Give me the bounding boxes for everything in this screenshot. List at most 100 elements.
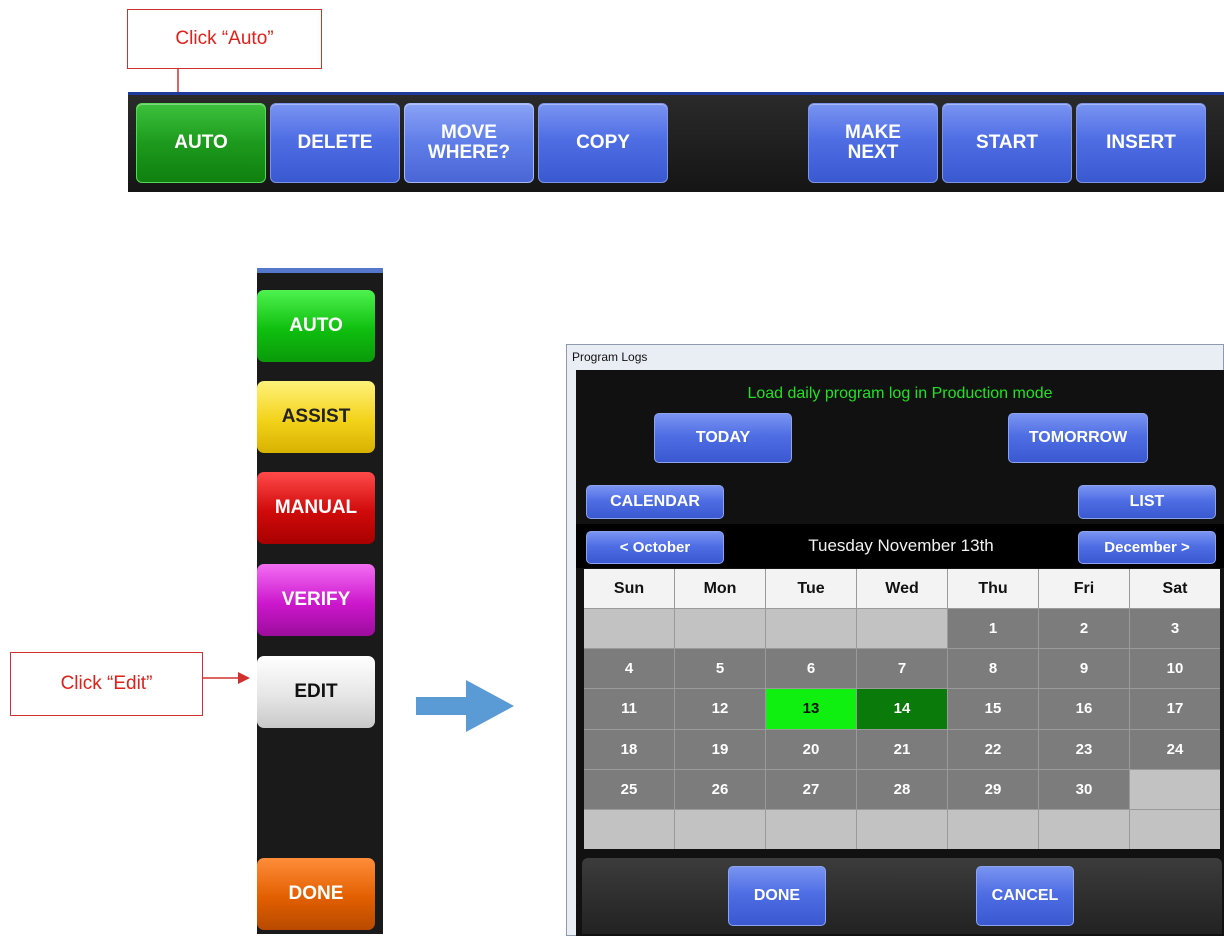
calendar-day[interactable]: 16 xyxy=(1039,689,1129,729)
insert-button-label: INSERT xyxy=(1106,132,1176,154)
calendar-day-tomorrow[interactable]: 14 xyxy=(857,689,947,729)
calendar-empty-cell xyxy=(857,609,947,649)
dialog-cancel-button[interactable]: CANCEL xyxy=(976,866,1074,926)
calendar-day[interactable]: 6 xyxy=(766,649,856,689)
next-month-button-label: December > xyxy=(1104,539,1190,556)
calendar-day-today[interactable]: 13 xyxy=(766,689,856,729)
today-button[interactable]: TODAY xyxy=(654,413,792,463)
auto-button-label: AUTO xyxy=(174,132,228,154)
calendar-empty-cell xyxy=(675,609,765,649)
tomorrow-button[interactable]: TOMORROW xyxy=(1008,413,1148,463)
weekday-header: Fri xyxy=(1039,569,1129,609)
copy-button[interactable]: COPY xyxy=(538,103,668,183)
transition-arrow-head-icon xyxy=(466,680,514,732)
mode-panel-top-strip xyxy=(257,268,383,273)
insert-button[interactable]: INSERT xyxy=(1076,103,1206,183)
mode-manual-label: MANUAL xyxy=(274,497,358,518)
weekday-header: Wed xyxy=(857,569,947,609)
mode-verify-button[interactable]: VERIFY xyxy=(257,564,375,636)
calendar-empty-cell xyxy=(675,809,765,849)
calendar-day[interactable]: 25 xyxy=(584,769,674,809)
calendar-day[interactable]: 15 xyxy=(948,689,1038,729)
weekday-header: Mon xyxy=(675,569,765,609)
move-where-label-line1: MOVE xyxy=(441,122,497,144)
move-where-label-line2: WHERE? xyxy=(427,142,511,163)
weekday-header: Tue xyxy=(766,569,856,609)
click-edit-callout-text: Click “Edit” xyxy=(60,673,153,694)
calendar-view-button[interactable]: CALENDAR xyxy=(586,485,724,519)
calendar-day[interactable]: 9 xyxy=(1039,649,1129,689)
calendar-day[interactable]: 24 xyxy=(1130,729,1220,769)
mode-verify-label: VERIFY xyxy=(281,589,351,610)
calendar-grid: Sun Mon Tue Wed Thu Fri Sat 1 2 3 4 5 6 7 8 9 10 11 12 13 14… xyxy=(584,569,1220,849)
calendar-day[interactable]: 23 xyxy=(1039,729,1129,769)
weekday-header: Sun xyxy=(584,569,674,609)
calendar-day[interactable]: 2 xyxy=(1039,609,1129,649)
dialog-title: Program Logs xyxy=(572,350,648,364)
calendar-day[interactable]: 4 xyxy=(584,649,674,689)
click-auto-callout-text: Click “Auto” xyxy=(175,28,274,49)
make-next-label-line2: NEXT xyxy=(847,142,899,163)
move-where-button[interactable]: MOVE WHERE? xyxy=(404,103,534,183)
copy-button-label: COPY xyxy=(576,132,630,154)
list-view-button-label: LIST xyxy=(1129,493,1165,510)
calendar-day[interactable]: 20 xyxy=(766,729,856,769)
dialog-done-button-label: DONE xyxy=(753,887,801,904)
start-button[interactable]: START xyxy=(942,103,1072,183)
calendar-day[interactable]: 11 xyxy=(584,689,674,729)
calendar-day[interactable]: 17 xyxy=(1130,689,1220,729)
calendar-day[interactable]: 1 xyxy=(948,609,1038,649)
calendar-day[interactable]: 21 xyxy=(857,729,947,769)
calendar-view-button-label: CALENDAR xyxy=(610,493,700,510)
calendar-day[interactable]: 27 xyxy=(766,769,856,809)
list-view-button[interactable]: LIST xyxy=(1078,485,1216,519)
dialog-subtitle: Load daily program log in Production mod… xyxy=(747,385,1053,402)
calendar-day[interactable]: 29 xyxy=(948,769,1038,809)
calendar-day[interactable]: 12 xyxy=(675,689,765,729)
mode-assist-button[interactable]: ASSIST xyxy=(257,381,375,453)
mode-auto-button[interactable]: AUTO xyxy=(257,290,375,362)
mode-edit-button[interactable]: EDIT xyxy=(257,656,375,728)
selected-date-label: Tuesday November 13th xyxy=(808,536,994,555)
mode-manual-button[interactable]: MANUAL xyxy=(257,472,375,544)
calendar-day[interactable]: 8 xyxy=(948,649,1038,689)
tomorrow-button-label: TOMORROW xyxy=(1028,429,1128,446)
calendar-empty-cell xyxy=(857,809,947,849)
calendar-day[interactable]: 18 xyxy=(584,729,674,769)
delete-button-label: DELETE xyxy=(297,132,373,154)
calendar-empty-cell xyxy=(584,809,674,849)
delete-button[interactable]: DELETE xyxy=(270,103,400,183)
mode-edit-label: EDIT xyxy=(294,681,338,702)
make-next-button[interactable]: MAKE NEXT xyxy=(808,103,938,183)
callout-arrow-edit xyxy=(202,672,250,684)
calendar-day[interactable]: 5 xyxy=(675,649,765,689)
start-button-label: START xyxy=(976,132,1038,154)
dialog-bottom-bar xyxy=(582,858,1222,934)
calendar-empty-cell xyxy=(1130,809,1220,849)
dialog-done-button[interactable]: DONE xyxy=(728,866,826,926)
calendar-empty-cell xyxy=(1130,769,1220,809)
mode-assist-label: ASSIST xyxy=(281,406,351,427)
make-next-label-line1: MAKE xyxy=(845,122,901,144)
calendar-empty-cell xyxy=(948,809,1038,849)
click-auto-callout: Click “Auto” xyxy=(127,9,322,69)
mode-done-button[interactable]: DONE xyxy=(257,858,375,930)
calendar-empty-cell xyxy=(1039,809,1129,849)
mode-auto-label: AUTO xyxy=(289,315,343,336)
prev-month-button-label: < October xyxy=(619,539,691,556)
mode-done-label: DONE xyxy=(288,883,344,904)
weekday-header: Thu xyxy=(948,569,1038,609)
auto-button[interactable]: AUTO xyxy=(136,103,266,183)
calendar-day[interactable]: 10 xyxy=(1130,649,1220,689)
calendar-day[interactable]: 19 xyxy=(675,729,765,769)
calendar-day[interactable]: 26 xyxy=(675,769,765,809)
dialog-cancel-button-label: CANCEL xyxy=(991,887,1059,904)
calendar-day[interactable]: 22 xyxy=(948,729,1038,769)
transition-arrow-shaft xyxy=(416,697,468,715)
next-month-button[interactable]: December > xyxy=(1078,531,1216,564)
calendar-day[interactable]: 30 xyxy=(1039,769,1129,809)
calendar-day[interactable]: 28 xyxy=(857,769,947,809)
prev-month-button[interactable]: < October xyxy=(586,531,724,564)
calendar-day[interactable]: 7 xyxy=(857,649,947,689)
calendar-day[interactable]: 3 xyxy=(1130,609,1220,649)
